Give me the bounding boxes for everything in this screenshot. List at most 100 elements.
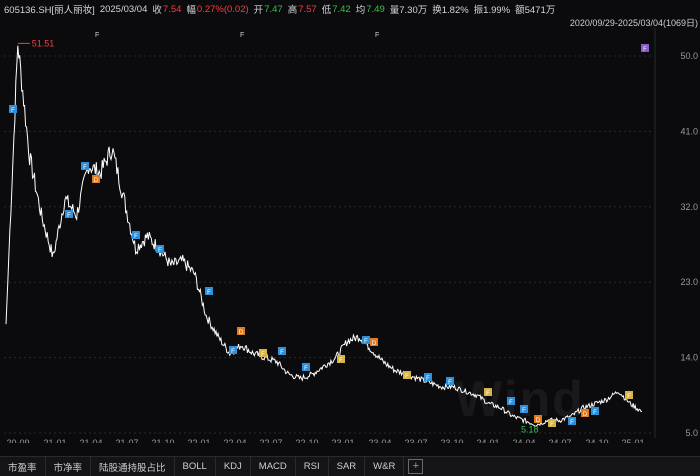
dividend-marker[interactable]: D	[370, 338, 378, 347]
event-marker-label: F	[570, 420, 574, 426]
turnover-value: 换1.82%	[432, 5, 469, 16]
dividend-marker[interactable]: D	[534, 415, 542, 424]
event-marker[interactable]: F	[9, 105, 17, 114]
x-tick-label: 24-04	[512, 438, 535, 443]
event-marker[interactable]: F	[278, 347, 286, 356]
low-label: 低	[321, 5, 332, 16]
event-marker[interactable]: F	[424, 373, 432, 382]
event-marker[interactable]: F	[591, 407, 599, 416]
y-tick-label: 5.0	[685, 428, 698, 438]
indicator-tab[interactable]: BOLL	[175, 457, 216, 476]
price-line	[5, 45, 643, 427]
event-marker-label: F	[426, 376, 430, 382]
event-marker[interactable]: F	[548, 419, 556, 428]
indicator-tab[interactable]: 市盈率	[0, 457, 46, 476]
x-axis: 20-09 21-01 21-04 21-07 21-10 22-01 22-04 22-07…	[6, 438, 644, 448]
event-marker-label: F	[261, 352, 265, 358]
dividend-marker[interactable]: D	[237, 327, 245, 336]
event-marker-label: F	[593, 410, 597, 416]
event-marker-label: D	[94, 178, 99, 184]
indicator-tab[interactable]: MACD	[251, 457, 296, 476]
x-tick-label: 23-07	[404, 438, 427, 443]
event-marker[interactable]: F	[81, 162, 89, 171]
indicator-tab[interactable]: KDJ	[216, 457, 251, 476]
indicator-tabbar: 市盈率 市净率 陆股通持股占比 BOLL KDJ MACD RSI SAR W&R +	[0, 456, 700, 476]
event-marker-label: F	[627, 394, 631, 400]
x-tick-label: 22-07	[259, 438, 282, 443]
event-marker-label: F	[522, 408, 526, 414]
event-marker[interactable]: F	[259, 349, 267, 358]
event-marker-label: F	[364, 339, 368, 345]
indicator-tab[interactable]: 市净率	[46, 457, 92, 476]
event-marker-label: F	[304, 366, 308, 372]
max-label: 51.51	[32, 38, 55, 48]
event-marker-label: D	[536, 418, 541, 424]
event-marker[interactable]: F	[507, 397, 515, 406]
event-marker[interactable]: F	[625, 391, 633, 400]
timeline-flag[interactable]: F	[95, 32, 99, 39]
x-tick-label: 23-01	[331, 438, 354, 443]
x-tick-label: 22-04	[223, 438, 246, 443]
quote-date: 2025/03/04	[99, 3, 148, 15]
timeline-flag[interactable]: F	[240, 32, 244, 39]
event-marker-label: F	[231, 349, 235, 355]
volume-value: 量7.30万	[389, 5, 428, 16]
extreme-labels: 51.51 5.18	[17, 38, 539, 434]
event-marker-label: F	[207, 290, 211, 296]
event-marker[interactable]: F	[446, 377, 454, 386]
event-marker[interactable]: F	[156, 245, 164, 254]
event-marker[interactable]: F	[403, 371, 411, 380]
price-chart-svg[interactable]: 50.041.032.023.014.05.0 20-09 21-01 21-04 2…	[0, 28, 700, 448]
x-tick-label: 25-01	[621, 438, 644, 443]
timeline-flag[interactable]: F	[375, 32, 379, 39]
y-tick-label: 50.0	[680, 51, 698, 61]
event-marker-label: D	[239, 330, 244, 336]
y-tick-label: 32.0	[680, 202, 698, 212]
y-tick-label: 41.0	[680, 126, 698, 136]
indicator-tab[interactable]: W&R	[365, 457, 405, 476]
price-chart[interactable]: 50.0 41.0 32.0 23.0 14.0 5.0 20-09 21-01 21-04 2…	[0, 28, 700, 448]
indicator-tab[interactable]: SAR	[329, 457, 366, 476]
dividend-marker[interactable]: D	[92, 175, 100, 184]
ticker-name[interactable]: 605136.SH[丽人丽妆]	[4, 2, 95, 16]
amount-value: 额5471万	[515, 5, 556, 16]
event-marker[interactable]: F	[641, 44, 649, 53]
event-marker-label: D	[372, 341, 377, 347]
event-marker[interactable]: F	[568, 417, 576, 426]
x-tick-label: 23-10	[440, 438, 463, 443]
event-marker-label: F	[486, 391, 490, 397]
event-marker[interactable]: F	[520, 405, 528, 414]
x-tick-label: 21-01	[43, 438, 66, 443]
event-marker[interactable]: F	[229, 346, 237, 355]
x-tick-label: 24-10	[585, 438, 608, 443]
event-markers[interactable]: FFDFFFFDF F FFFF DF FFFFFDF FD FFFF F F	[9, 32, 649, 428]
event-marker-label: F	[550, 422, 554, 428]
event-marker[interactable]: F	[205, 287, 213, 296]
close-label: 收	[152, 5, 162, 16]
x-tick-label: 24-07	[548, 438, 571, 443]
indicator-tab[interactable]: 陆股通持股占比	[91, 457, 175, 476]
high-value: 7.57	[298, 3, 317, 15]
avg-value: 7.49	[366, 3, 385, 15]
event-marker-label: F	[509, 400, 513, 406]
event-marker-label: F	[643, 47, 647, 53]
event-marker-label: F	[405, 374, 409, 380]
event-marker[interactable]: F	[302, 363, 310, 372]
indicator-tab[interactable]: RSI	[296, 457, 329, 476]
change-label: 幅	[186, 5, 196, 16]
change-value: 0.27%(0.02)	[196, 3, 249, 15]
x-tick-label: 24-01	[476, 438, 499, 443]
event-marker[interactable]: F	[362, 336, 370, 345]
event-marker[interactable]: F	[337, 355, 345, 364]
event-marker[interactable]: F	[132, 231, 140, 240]
event-marker[interactable]: F	[484, 388, 492, 397]
add-indicator-button[interactable]: +	[408, 459, 424, 474]
open-label: 开	[253, 5, 264, 16]
x-tick-label: 23-04	[368, 438, 391, 443]
amplitude-value: 振1.99%	[473, 5, 511, 16]
event-marker[interactable]: F	[65, 210, 73, 219]
event-marker-label: F	[158, 248, 162, 254]
x-tick-label: 22-10	[295, 438, 318, 443]
dividend-marker[interactable]: D	[581, 409, 589, 418]
event-marker-label: F	[83, 165, 87, 171]
